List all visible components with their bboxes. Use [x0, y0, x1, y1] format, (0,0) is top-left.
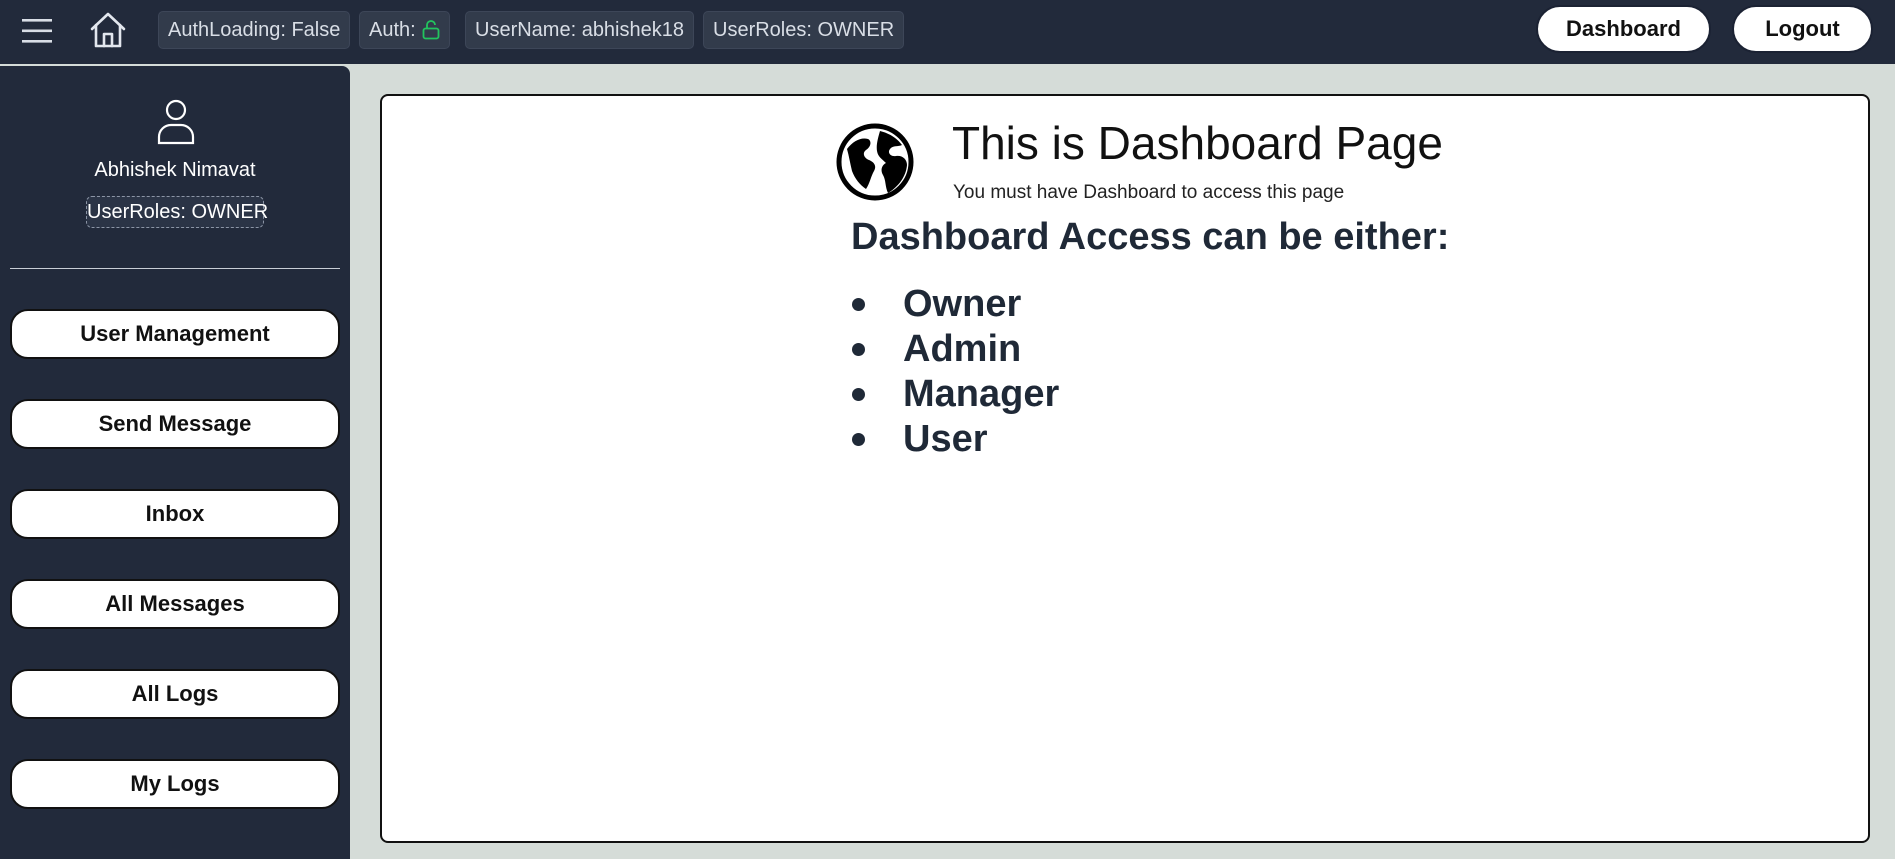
dashboard-button[interactable]: Dashboard [1536, 5, 1711, 53]
bullet-icon [852, 298, 865, 311]
globe-icon [836, 123, 914, 201]
bullet-icon [852, 433, 865, 446]
sidebar-item-user-management[interactable]: User Management [10, 309, 340, 359]
auth-loading-text: AuthLoading: False [168, 19, 341, 41]
list-item: Admin [851, 327, 1059, 372]
user-roles-text: UserRoles: OWNER [713, 19, 895, 41]
sidebar: Abhishek Nimavat UserRoles: OWNER User M… [0, 66, 350, 859]
page-subtitle: You must have Dashboard to access this p… [953, 182, 1345, 203]
home-icon[interactable] [88, 10, 128, 50]
logout-button[interactable]: Logout [1732, 5, 1873, 53]
list-item: User [851, 417, 1059, 462]
bullet-icon [852, 388, 865, 401]
main-content-card: This is Dashboard Page You must have Das… [380, 94, 1870, 843]
list-item: Owner [851, 282, 1059, 327]
access-heading: Dashboard Access can be either: [851, 216, 1450, 258]
hamburger-menu-icon[interactable] [22, 17, 52, 45]
sidebar-item-send-message[interactable]: Send Message [10, 399, 340, 449]
access-roles-list: Owner Admin Manager User [851, 282, 1059, 462]
role-label: Admin [903, 328, 1022, 370]
sidebar-item-inbox[interactable]: Inbox [10, 489, 340, 539]
role-label: Manager [903, 373, 1060, 415]
sidebar-item-my-logs[interactable]: My Logs [10, 759, 340, 809]
sidebar-divider [10, 268, 340, 269]
bullet-icon [852, 343, 865, 356]
top-navbar: AuthLoading: False Auth: UserName: abhis… [0, 0, 1895, 64]
user-roles-chip: UserRoles: OWNER [703, 11, 905, 49]
auth-loading-chip: AuthLoading: False [158, 11, 351, 49]
sidebar-item-all-messages[interactable]: All Messages [10, 579, 340, 629]
auth-text: Auth: [369, 19, 416, 41]
role-badge: UserRoles: OWNER [86, 196, 268, 228]
role-label: Owner [903, 283, 1022, 325]
list-item: Manager [851, 372, 1059, 417]
user-icon [155, 97, 197, 145]
unlock-icon [422, 20, 440, 40]
role-label: User [903, 418, 988, 460]
page-title: This is Dashboard Page [952, 117, 1443, 169]
profile-name: Abhishek Nimavat [94, 159, 256, 181]
auth-chip: Auth: [359, 11, 450, 49]
username-chip: UserName: abhishek18 [465, 11, 694, 49]
username-text: UserName: abhishek18 [475, 19, 684, 41]
sidebar-item-all-logs[interactable]: All Logs [10, 669, 340, 719]
